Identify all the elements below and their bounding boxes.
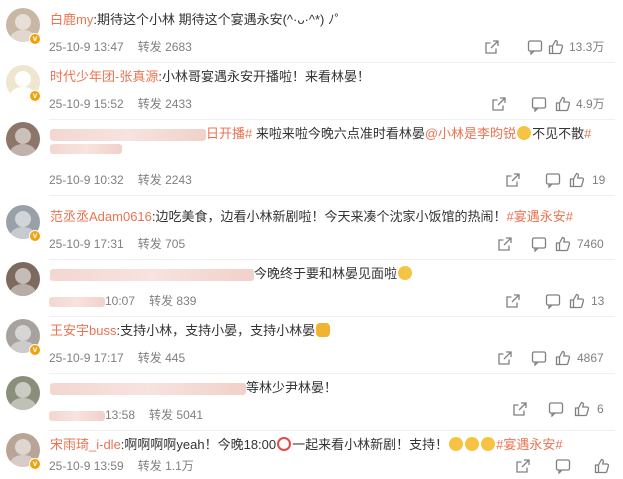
comment-icon[interactable] xyxy=(531,236,547,252)
comment-text-2: 不见不散 xyxy=(532,126,585,141)
like-count: 13.3万 xyxy=(569,40,605,54)
share-icon[interactable] xyxy=(497,236,513,252)
comment-text: :期待这个小林 期待这个宴遇永安(^·ᴗ·^*) ﾉ˚ xyxy=(93,12,339,27)
comment-text: 等林少尹林晏！ xyxy=(246,380,338,395)
share-icon[interactable] xyxy=(505,172,521,188)
emoji-icon xyxy=(449,437,464,451)
comment-text-line: 宋雨琦_i-dle:啊啊啊啊yeah！今晚18:00 一起来看小林新剧！支持！ #宴… xyxy=(50,436,613,454)
like-icon[interactable] xyxy=(569,172,585,188)
like-icon[interactable] xyxy=(594,458,610,474)
comment-icon[interactable] xyxy=(545,293,561,309)
blurred-username xyxy=(50,268,254,281)
comment-icon[interactable] xyxy=(555,458,571,474)
like-count: 4867 xyxy=(577,351,604,365)
emoji-icon xyxy=(398,266,413,280)
comment-text: :小林哥宴遇永安开播啦！来看林晏！ xyxy=(158,69,370,84)
like-count: 19 xyxy=(592,173,606,187)
emoji-icon xyxy=(481,437,496,451)
comment-text: 来啦来啦今晚六点准时看林晏 xyxy=(252,126,425,141)
share-icon[interactable] xyxy=(497,350,513,366)
comment-item: v 王安宇buss:支持小林，支持小晏，支持小林晏 25-10-9 17:17 转… xyxy=(0,317,623,374)
comment-item: v 范丞丞Adam0616:边吃美食，边看小林新剧啦！今天来凑个沈家小饭馆的热闹… xyxy=(0,203,623,260)
comment-item: 今晚终于要和林晏见面啦 10:07 转发 839 13 xyxy=(0,260,623,317)
like-count: 4.9万 xyxy=(576,97,605,111)
comment-icon[interactable] xyxy=(548,401,564,417)
like-count: 6 xyxy=(597,402,604,416)
comment-icon[interactable] xyxy=(527,39,543,55)
username-link[interactable]: 时代少年团-张真源 xyxy=(50,69,158,84)
comment-text-line: 王安宇buss:支持小林，支持小晏，支持小林晏 xyxy=(50,322,613,340)
like-icon[interactable] xyxy=(548,39,564,55)
share-icon[interactable] xyxy=(505,293,521,309)
share-icon[interactable] xyxy=(484,39,500,55)
comment-text: :啊啊啊啊yeah！今晚18:00 xyxy=(120,437,277,452)
hashtag-link[interactable]: #宴遇永安# xyxy=(496,437,562,452)
blurred-hashtag xyxy=(50,144,122,154)
emoji-icon xyxy=(465,437,480,451)
avatar[interactable] xyxy=(6,122,40,156)
avatar[interactable] xyxy=(6,262,40,296)
comment-item: v 宋雨琦_i-dle:啊啊啊啊yeah！今晚18:00 一起来看小林新剧！支持！… xyxy=(0,431,623,479)
username-link[interactable]: 日开播# xyxy=(206,126,252,141)
comment-item: v 时代少年团-张真源:小林哥宴遇永安开播啦！来看林晏！ 25-10-9 15:… xyxy=(0,63,623,120)
divider xyxy=(49,195,615,196)
comment-item: v 白鹿my:期待这个小林 期待这个宴遇永安(^·ᴗ·^*) ﾉ˚ 25-10-… xyxy=(0,6,623,63)
username-link[interactable]: 王安宇buss xyxy=(50,323,116,338)
comment-icon[interactable] xyxy=(531,350,547,366)
like-count: 13 xyxy=(591,294,605,308)
mention-link[interactable]: @小林是李昀锐 xyxy=(425,126,516,141)
comment-text-line: 等林少尹林晏！ xyxy=(50,379,613,397)
share-icon[interactable] xyxy=(491,96,507,112)
comment-text: :支持小林，支持小晏，支持小林晏 xyxy=(116,323,316,338)
comment-text-line: 日开播# 来啦来啦今晚六点准时看林晏@小林是李昀锐 不见不散# xyxy=(50,125,613,143)
comment-text: 今晚终于要和林晏见面啦 xyxy=(254,266,398,281)
comment-icon[interactable] xyxy=(545,172,561,188)
like-icon[interactable] xyxy=(555,350,571,366)
alarm-clock-emoji-icon xyxy=(277,437,292,451)
share-icon[interactable] xyxy=(512,401,528,417)
emoji-icon xyxy=(517,126,532,140)
comment-text-line: 范丞丞Adam0616:边吃美食，边看小林新剧啦！今天来凑个沈家小饭馆的热闹！#… xyxy=(50,208,613,226)
comment-text-line: 今晚终于要和林晏见面啦 xyxy=(50,265,613,283)
comment-icon[interactable] xyxy=(531,96,547,112)
comment-feed: v 白鹿my:期待这个小林 期待这个宴遇永安(^·ᴗ·^*) ﾉ˚ 25-10-… xyxy=(0,0,623,479)
blurred-username xyxy=(50,382,246,395)
blurred-username xyxy=(50,128,206,141)
username-link[interactable]: 范丞丞Adam0616 xyxy=(50,209,152,224)
like-icon[interactable] xyxy=(555,236,571,252)
comment-text-line: 白鹿my:期待这个小林 期待这个宴遇永安(^·ᴗ·^*) ﾉ˚ xyxy=(50,11,613,29)
comment-text: :边吃美食，边看小林新剧啦！今天来凑个沈家小饭馆的热闹！ xyxy=(151,209,507,224)
like-icon[interactable] xyxy=(569,293,585,309)
username-link[interactable]: 白鹿my xyxy=(50,12,93,27)
fist-emoji-icon xyxy=(316,323,331,337)
like-icon[interactable] xyxy=(555,96,571,112)
hashtag-link[interactable]: #宴遇永安# xyxy=(507,209,573,224)
share-icon[interactable] xyxy=(515,458,531,474)
like-count: 7460 xyxy=(577,237,604,251)
comment-item: 等林少尹林晏！ 13:58 转发 5041 6 xyxy=(0,374,623,431)
comment-text-2: 一起来看小林新剧！支持！ xyxy=(292,437,449,452)
comment-item: 日开播# 来啦来啦今晚六点准时看林晏@小林是李昀锐 不见不散# 25-10-9 1… xyxy=(0,120,623,196)
hashtag-link[interactable]: # xyxy=(584,126,591,141)
username-link[interactable]: 宋雨琦_i-dle xyxy=(50,437,121,452)
comment-text-line: 时代少年团-张真源:小林哥宴遇永安开播啦！来看林晏！ xyxy=(50,68,613,86)
like-icon[interactable] xyxy=(574,401,590,417)
